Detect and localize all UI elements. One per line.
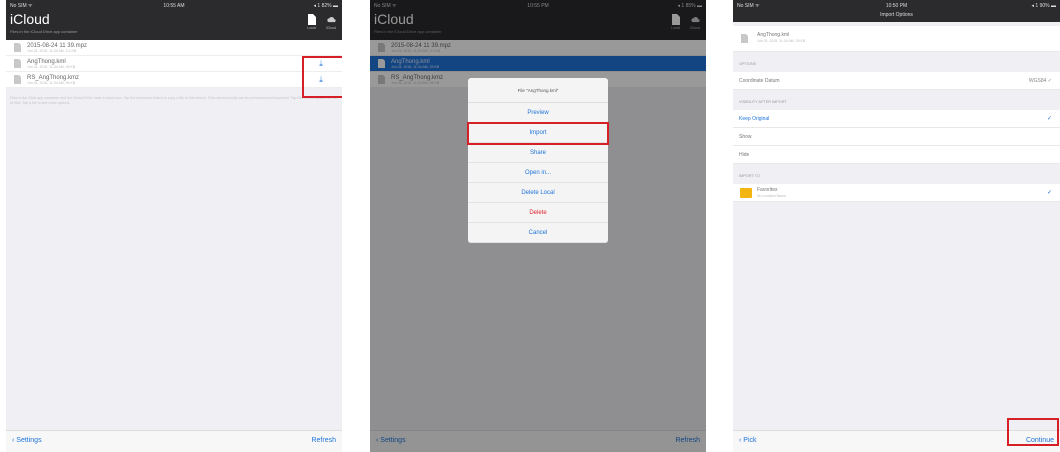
file-icon (14, 59, 21, 68)
document-icon (308, 14, 317, 25)
import-options-screen: No SIM ᯤ 10:50 PM ◂ 1 90% ▬ Import Optio… (733, 0, 1060, 452)
icloud-button[interactable]: iCloud (326, 14, 336, 30)
file-meta: Jun 24, 2015, 11:34 AM, 39 KB (27, 64, 76, 69)
section-header-import-to: IMPORT TO (739, 174, 760, 178)
hide-label: Hide (739, 152, 750, 158)
datum-label: Coordinate Datum (739, 78, 780, 84)
open-in-button[interactable]: Open in... (468, 163, 608, 183)
checkmark-icon: ✓ (1046, 190, 1052, 196)
delete-local-button[interactable]: Delete Local (468, 183, 608, 203)
checkmark-icon: ✓ (1046, 116, 1052, 122)
sheet-title: File "AngThong.kml" (468, 78, 608, 103)
battery-label: ◂ 1 82% ▬ (313, 3, 338, 9)
section-header-visibility: VISIBILITY AFTER IMPORT (739, 100, 787, 104)
page-subtitle: Files in the iCloud Drive app container (10, 29, 78, 34)
file-icon (14, 43, 21, 52)
clock-label: 10:55 AM (163, 3, 185, 9)
settings-back-button[interactable]: ‹ Settings (12, 437, 42, 444)
refresh-button[interactable]: Refresh (311, 437, 336, 444)
icloud-files-screen: No SIM ᯤ 10:55 AM ◂ 1 82% ▬ iCloud Files… (6, 0, 342, 452)
nav-header: No SIM ᯤ 10:50 PM ◂ 1 90% ▬ Import Optio… (733, 0, 1060, 22)
file-list: 2015-08-24 11 39.mpz Jun 24, 2015, 11:39… (6, 40, 342, 88)
file-name: AngThong.kml (757, 32, 790, 38)
file-actions-screen: No SIM ᯤ 10:55 PM ◂ 1 85% ▬ iCloud Files… (370, 0, 706, 452)
visibility-show-row[interactable]: Show (733, 128, 1060, 146)
help-text: Files in the Slots app container and the… (10, 96, 338, 105)
folder-icon (740, 188, 752, 198)
visibility-hide-row[interactable]: Hide (733, 146, 1060, 164)
folder-meta: No Location Name (757, 194, 786, 198)
nav-header: No SIM ᯤ 10:55 AM ◂ 1 82% ▬ iCloud Files… (6, 0, 342, 40)
page-title: iCloud (10, 11, 50, 27)
file-icon (741, 34, 748, 43)
file-meta: Jun 24, 2015, 11:39 AM, 3.4 KB (27, 48, 77, 53)
file-row[interactable]: 2015-08-24 11 39.mpz Jun 24, 2015, 11:39… (6, 40, 342, 56)
import-file-row: AngThong.kml Jun 24, 2015, 11:34 AM, 39 … (733, 26, 1060, 52)
keep-original-label: Keep Original (739, 116, 770, 122)
file-action-sheet: File "AngThong.kml" Preview Import Share… (468, 78, 608, 243)
file-row[interactable]: AngThong.kml Jun 24, 2015, 11:34 AM, 39 … (6, 56, 342, 72)
clock-label: 10:50 PM (885, 3, 908, 9)
file-icon (14, 75, 21, 84)
folder-name: Favorites (757, 187, 778, 193)
folder-favorites-row[interactable]: Favorites No Location Name ✓ (733, 184, 1060, 202)
battery-label: ◂ 1 90% ▬ (1031, 3, 1056, 9)
highlight-box (302, 56, 342, 98)
local-button-label: Local (307, 26, 316, 30)
coordinate-datum-row[interactable]: Coordinate Datum WGS84 ✓ (733, 72, 1060, 90)
show-label: Show (739, 134, 752, 140)
highlight-box (467, 122, 609, 145)
local-button[interactable]: Local (307, 14, 317, 30)
delete-button[interactable]: Delete (468, 203, 608, 223)
icloud-button-label: iCloud (326, 26, 336, 30)
share-button[interactable]: Share (468, 143, 608, 163)
datum-value: WGS84 ✓ (1028, 78, 1052, 84)
file-meta: Jun 24, 2015, 11:34 AM, 95 KB (27, 80, 76, 85)
status-bar: No SIM ᯤ 10:55 AM ◂ 1 82% ▬ (6, 0, 342, 12)
file-row[interactable]: RS_AngThong.kmz Jun 24, 2015, 11:34 AM, … (6, 72, 342, 88)
status-bar: No SIM ᯤ 10:50 PM ◂ 1 90% ▬ (733, 0, 1060, 12)
bottom-toolbar: ‹ Settings Refresh (6, 430, 342, 452)
cloud-icon (326, 17, 336, 23)
page-title: Import Options (880, 12, 913, 18)
highlight-box (1007, 418, 1059, 446)
section-header-options: OPTIONS (739, 62, 757, 66)
visibility-keep-original-row[interactable]: Keep Original ✓ (733, 110, 1060, 128)
cancel-button[interactable]: Cancel (468, 223, 608, 243)
preview-button[interactable]: Preview (468, 103, 608, 123)
pick-back-button[interactable]: ‹ Pick (739, 437, 757, 444)
file-meta: Jun 24, 2015, 11:34 AM, 39 KB (757, 39, 806, 43)
